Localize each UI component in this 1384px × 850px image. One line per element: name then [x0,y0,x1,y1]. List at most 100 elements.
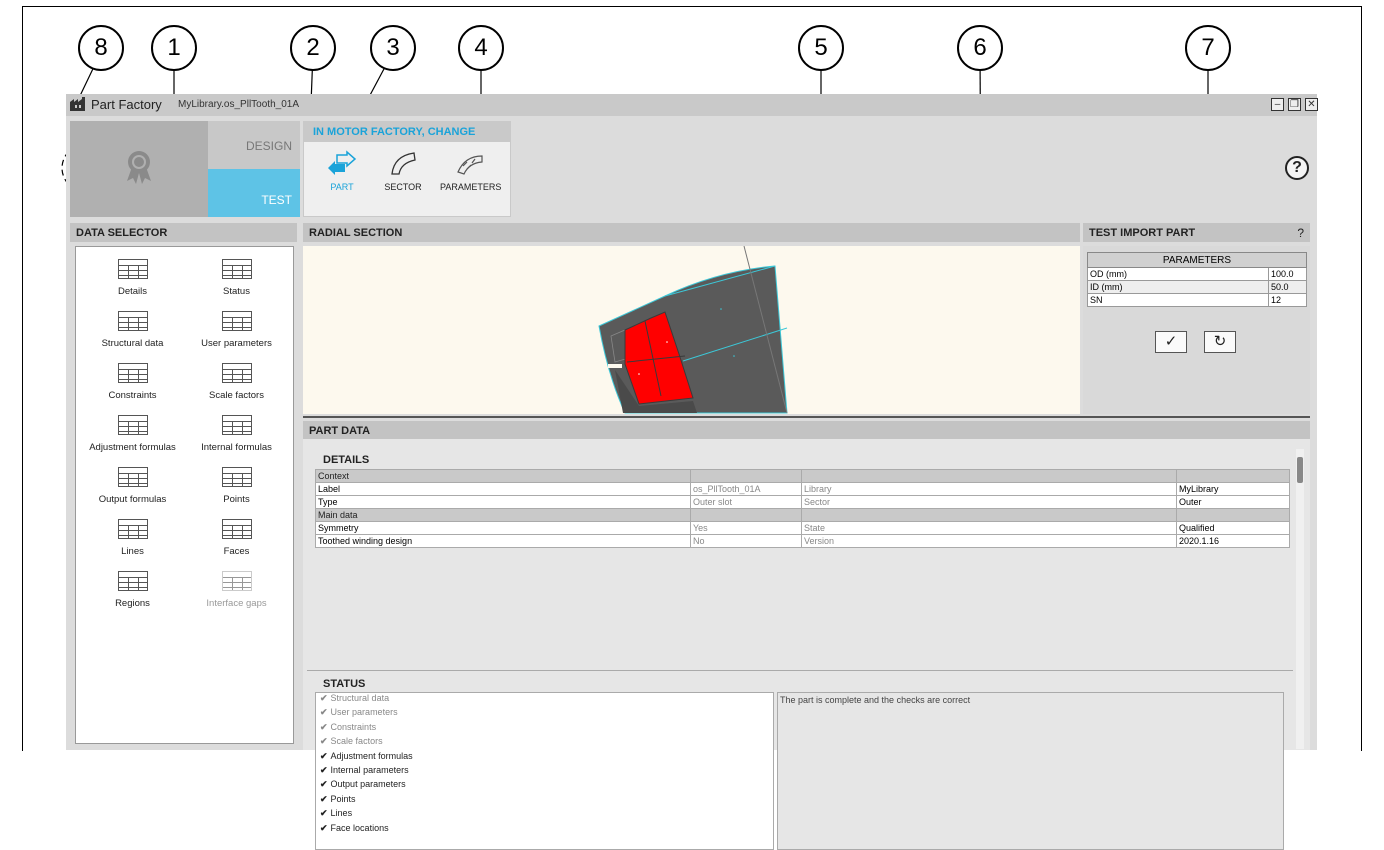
selector-item-regions[interactable]: Regions [80,571,185,609]
mode-icon-area [70,121,208,217]
selector-item-points[interactable]: Points [184,467,289,505]
minimize-button[interactable]: – [1271,98,1284,111]
callout-2: 2 [290,25,336,71]
selector-item-label: Faces [223,546,250,557]
param-value-od[interactable]: 100.0 [1268,267,1307,281]
table-row: Symmetry Yes State Qualified [315,521,1290,535]
status-title: STATUS [323,678,366,690]
selector-item-label: Adjustment formulas [89,442,176,453]
selector-item-adjustment-formulas[interactable]: Adjustment formulas [80,415,185,453]
check-icon: ✔ [320,779,328,790]
status-item-label: Internal parameters [330,764,409,775]
selector-item-constraints[interactable]: Constraints [80,363,185,401]
part-button-label: PART [330,182,354,192]
table-cell: 2020.1.16 [1176,534,1290,548]
table-icon [117,519,148,539]
table-cell: Type [315,495,691,509]
table-row: Context [315,469,1290,483]
restore-button[interactable]: ❐ [1288,98,1301,111]
selector-item-lines[interactable]: Lines [80,519,185,557]
reset-button[interactable]: ↻ [1204,331,1236,353]
status-message: The part is complete and the checks are … [777,692,1284,850]
check-icon: ✔ [320,764,328,775]
design-mode-tab[interactable]: DESIGN [208,121,300,169]
scrollbar-thumb[interactable] [1297,457,1303,483]
table-cell: os_PllTooth_01A [690,482,802,496]
selector-item-user-parameters[interactable]: User parameters [184,311,289,349]
test-import-header: TEST IMPORT PART ? [1083,223,1310,242]
param-value-id[interactable]: 50.0 [1268,280,1307,294]
callout-5: 5 [798,25,844,71]
status-item-label: Adjustment formulas [330,750,413,761]
check-icon: ✔ [320,822,328,833]
test-mode-tab[interactable]: TEST [208,169,300,217]
callout-3: 3 [370,25,416,71]
part-button[interactable]: PART [312,150,372,210]
parameters-button[interactable]: PARAMETERS [440,150,501,210]
table-icon [117,415,148,435]
status-list: ✔ Structural data ✔ User parameters ✔ Const… [315,692,774,850]
sector-drawing [598,246,788,414]
section-divider [307,670,1293,671]
sector-button[interactable]: SECTOR [373,150,433,210]
check-icon: ✔ [320,736,328,747]
vertical-scrollbar[interactable] [1296,449,1304,749]
table-cell: Yes [690,521,802,535]
selector-item-label: Details [117,286,148,297]
table-cell: MyLibrary [1176,482,1290,496]
check-icon: ✔ [320,693,328,703]
param-name: SN [1087,293,1269,307]
list-item: ✔ User parameters [316,707,773,721]
table-cell [801,469,1177,483]
selector-item-internal-formulas[interactable]: Internal formulas [184,415,289,453]
table-icon [221,311,252,331]
table-icon [221,415,252,435]
selector-item-status[interactable]: Status [184,259,289,297]
table-cell [1176,508,1290,522]
change-ribbon: IN MOTOR FACTORY, CHANGE PART SECTOR PAR… [303,121,511,217]
app-title: Part Factory [91,97,162,112]
list-item: ✔ Constraints [316,722,773,736]
selector-item-scale-factors[interactable]: Scale factors [184,363,289,401]
selector-item-label: Status [223,286,250,297]
table-icon [221,363,252,383]
selector-item-details[interactable]: Details [80,259,185,297]
param-name: OD (mm) [1087,267,1269,281]
test-import-help-icon[interactable]: ? [1297,226,1304,240]
selector-item-label: Points [223,494,250,505]
status-item-label: Structural data [330,693,390,703]
list-item: ✔ Structural data [316,693,773,707]
param-value-sn[interactable]: 12 [1268,293,1307,307]
selector-item-structural-data[interactable]: Structural data [80,311,185,349]
table-cell: Outer [1176,495,1290,509]
status-item-label: Constraints [330,721,377,732]
list-item: ✔ Internal parameters [316,765,773,779]
apply-button[interactable]: ✓ [1155,331,1187,353]
award-icon [127,151,151,184]
data-selector-panel: Details Status Structural data User para… [75,246,294,744]
callout-1: 1 [151,25,197,71]
part-arrow-icon [328,150,357,175]
help-button[interactable]: ? [1285,156,1309,180]
close-button[interactable]: ✕ [1305,98,1318,111]
status-item-label: Output parameters [330,779,406,790]
parameters-table-header: PARAMETERS [1087,252,1307,268]
mode-selector: DESIGN TEST [70,121,300,217]
selector-item-faces[interactable]: Faces [184,519,289,557]
table-cell [1176,469,1290,483]
table-cell: No [690,534,802,548]
selector-item-label: Scale factors [209,390,264,401]
radial-section-header: RADIAL SECTION [303,223,1080,242]
table-cell: Sector [801,495,1177,509]
table-cell [690,469,802,483]
table-icon [117,467,148,487]
selector-item-output-formulas[interactable]: Output formulas [80,467,185,505]
selector-item-label: Output formulas [98,494,167,505]
factory-logo-icon [70,97,85,111]
panel-splitter[interactable] [303,416,1310,418]
table-icon [117,311,148,331]
check-icon: ✔ [320,721,328,732]
callout-4: 4 [458,25,504,71]
radial-section-view[interactable] [303,246,1080,414]
table-icon [221,571,252,591]
